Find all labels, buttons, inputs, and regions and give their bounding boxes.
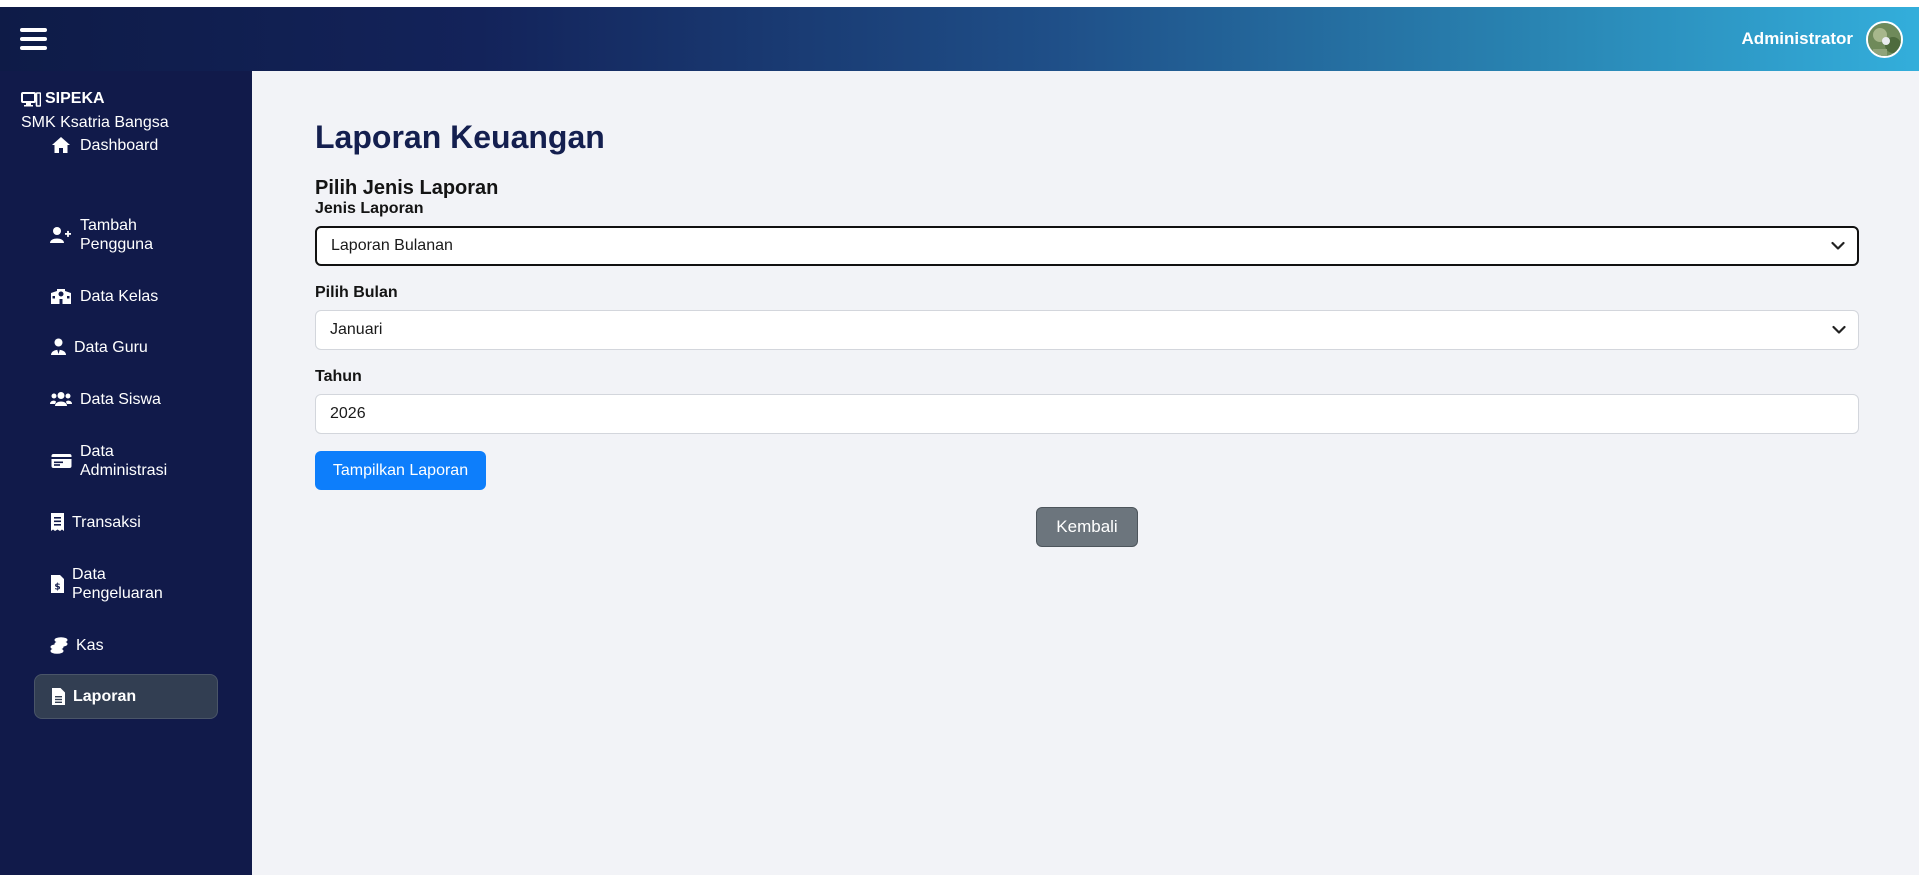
sidebar-item-data-administrasi[interactable]: Data Administrasi	[34, 440, 218, 482]
year-label: Tahun	[315, 368, 362, 385]
computer-icon	[21, 91, 41, 107]
sidebar-item-data-kelas[interactable]: Data Kelas	[34, 284, 218, 308]
user-menu[interactable]: Administrator	[1741, 20, 1903, 58]
sidebar-item-dashboard[interactable]: Dashboard	[34, 133, 218, 157]
svg-text:$: $	[54, 583, 60, 593]
sidebar-item-label: Tambah Pengguna	[80, 217, 153, 253]
sidebar-item-label: Data Pengeluaran	[72, 566, 163, 602]
report-type-select[interactable]: Laporan Bulanan	[315, 226, 1859, 266]
avatar[interactable]	[1866, 20, 1903, 58]
user-tie-icon	[50, 336, 66, 358]
user-name: Administrator	[1741, 29, 1853, 48]
sidebar-item-kas[interactable]: Kas	[34, 633, 218, 657]
sidebar-item-laporan[interactable]: Laporan	[34, 674, 218, 719]
sidebar: SIPEKA SMK Ksatria Bangsa Dashboard Tamb…	[0, 71, 252, 875]
sidebar-item-data-guru[interactable]: Data Guru	[34, 335, 218, 359]
top-strip	[0, 0, 1919, 7]
year-input[interactable]: 2026	[315, 394, 1859, 434]
show-report-button[interactable]: Tampilkan Laporan	[315, 451, 486, 490]
user-plus-icon	[50, 224, 72, 246]
brand-title-text: SIPEKA	[45, 90, 105, 107]
file-invoice-dollar-icon: $	[50, 573, 64, 595]
users-icon	[50, 388, 72, 410]
page-title: Laporan Keuangan	[315, 119, 605, 155]
sidebar-item-label: Data Guru	[74, 338, 148, 356]
chevron-down-icon	[1832, 325, 1846, 334]
sidebar-item-data-siswa[interactable]: Data Siswa	[34, 387, 218, 411]
sidebar-item-data-pengeluaran[interactable]: $ Data Pengeluaran	[34, 563, 218, 605]
sidebar-item-transaksi[interactable]: Transaksi	[34, 510, 218, 534]
section-title: Pilih Jenis Laporan	[315, 177, 499, 199]
brand: SIPEKA SMK Ksatria Bangsa	[21, 90, 169, 132]
brand-subtitle: SMK Ksatria Bangsa	[21, 114, 169, 131]
sidebar-item-label: Dashboard	[80, 136, 159, 154]
report-type-label: Jenis Laporan	[315, 200, 424, 217]
sidebar-item-label: Data Administrasi	[80, 443, 168, 479]
report-type-value: Laporan Bulanan	[331, 237, 453, 254]
chevron-down-icon	[1831, 241, 1845, 250]
sidebar-item-label: Data Siswa	[80, 390, 161, 408]
top-navbar: Administrator	[0, 7, 1919, 71]
school-icon	[50, 285, 72, 307]
receipt-icon	[50, 511, 64, 533]
year-value: 2026	[330, 405, 366, 422]
main-content: Laporan Keuangan Pilih Jenis Laporan Jen…	[252, 71, 1919, 875]
hamburger-menu-icon[interactable]	[20, 28, 47, 50]
sidebar-item-label: Kas	[76, 636, 104, 654]
sidebar-item-tambah-pengguna[interactable]: Tambah Pengguna	[34, 214, 218, 256]
back-button[interactable]: Kembali	[1036, 507, 1138, 547]
coins-icon	[50, 634, 68, 656]
brand-title: SIPEKA	[21, 90, 169, 108]
home-icon	[50, 134, 72, 156]
month-value: Januari	[330, 321, 383, 338]
month-select[interactable]: Januari	[315, 310, 1859, 350]
file-icon	[51, 686, 65, 708]
month-label: Pilih Bulan	[315, 284, 398, 301]
id-card-icon	[50, 450, 72, 472]
sidebar-item-label: Data Kelas	[80, 287, 159, 305]
sidebar-item-label: Transaksi	[72, 513, 141, 531]
sidebar-item-label: Laporan	[73, 688, 137, 705]
